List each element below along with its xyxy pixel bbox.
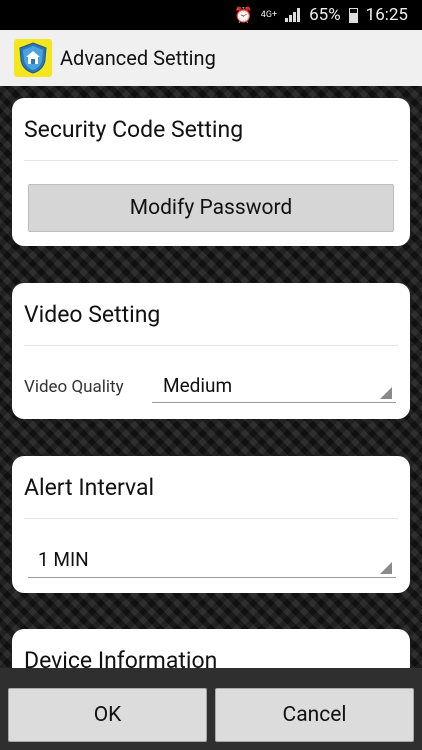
divider [24, 160, 398, 161]
alert-interval-header: Alert Interval [24, 473, 155, 501]
alarm-clock-icon: ⏰ [234, 6, 253, 24]
cell-signal-icon [285, 8, 301, 22]
status-bar: ⏰ 4G+ 65% 16:25 [0, 0, 422, 30]
divider [24, 518, 398, 519]
video-quality-value: Medium [163, 374, 233, 397]
bottom-action-bar: OK Cancel [0, 668, 422, 750]
video-setting-header: Video Setting [24, 300, 161, 328]
alert-interval-dropdown[interactable]: 1 MIN [28, 542, 396, 578]
clock-time: 16:25 [365, 5, 408, 25]
alert-interval-card: Alert Interval 1 MIN [12, 456, 410, 593]
divider [24, 345, 398, 346]
device-information-card: Device Information [12, 629, 410, 668]
battery-icon [348, 7, 358, 23]
security-code-card: Security Code Setting Modify Password [12, 98, 410, 246]
alert-interval-value: 1 MIN [38, 548, 89, 571]
video-setting-card: Video Setting Video Quality Medium [12, 283, 410, 419]
cancel-button[interactable]: Cancel [215, 688, 414, 742]
ok-button[interactable]: OK [8, 688, 207, 742]
page-title: Advanced Setting [60, 46, 216, 70]
security-code-header: Security Code Setting [24, 115, 244, 143]
dropdown-triangle-icon [380, 562, 392, 574]
shield-house-icon [14, 39, 52, 77]
settings-scroll-area[interactable]: Security Code Setting Modify Password Vi… [0, 86, 422, 668]
title-bar: Advanced Setting [0, 30, 422, 86]
dropdown-triangle-icon [380, 387, 392, 399]
modify-password-button[interactable]: Modify Password [28, 184, 394, 232]
battery-percent: 65% [309, 5, 341, 25]
video-quality-dropdown[interactable]: Medium [152, 369, 396, 403]
device-information-header: Device Information [24, 646, 218, 669]
video-quality-label: Video Quality [24, 377, 124, 397]
network-type-label: 4G+ [260, 9, 278, 20]
